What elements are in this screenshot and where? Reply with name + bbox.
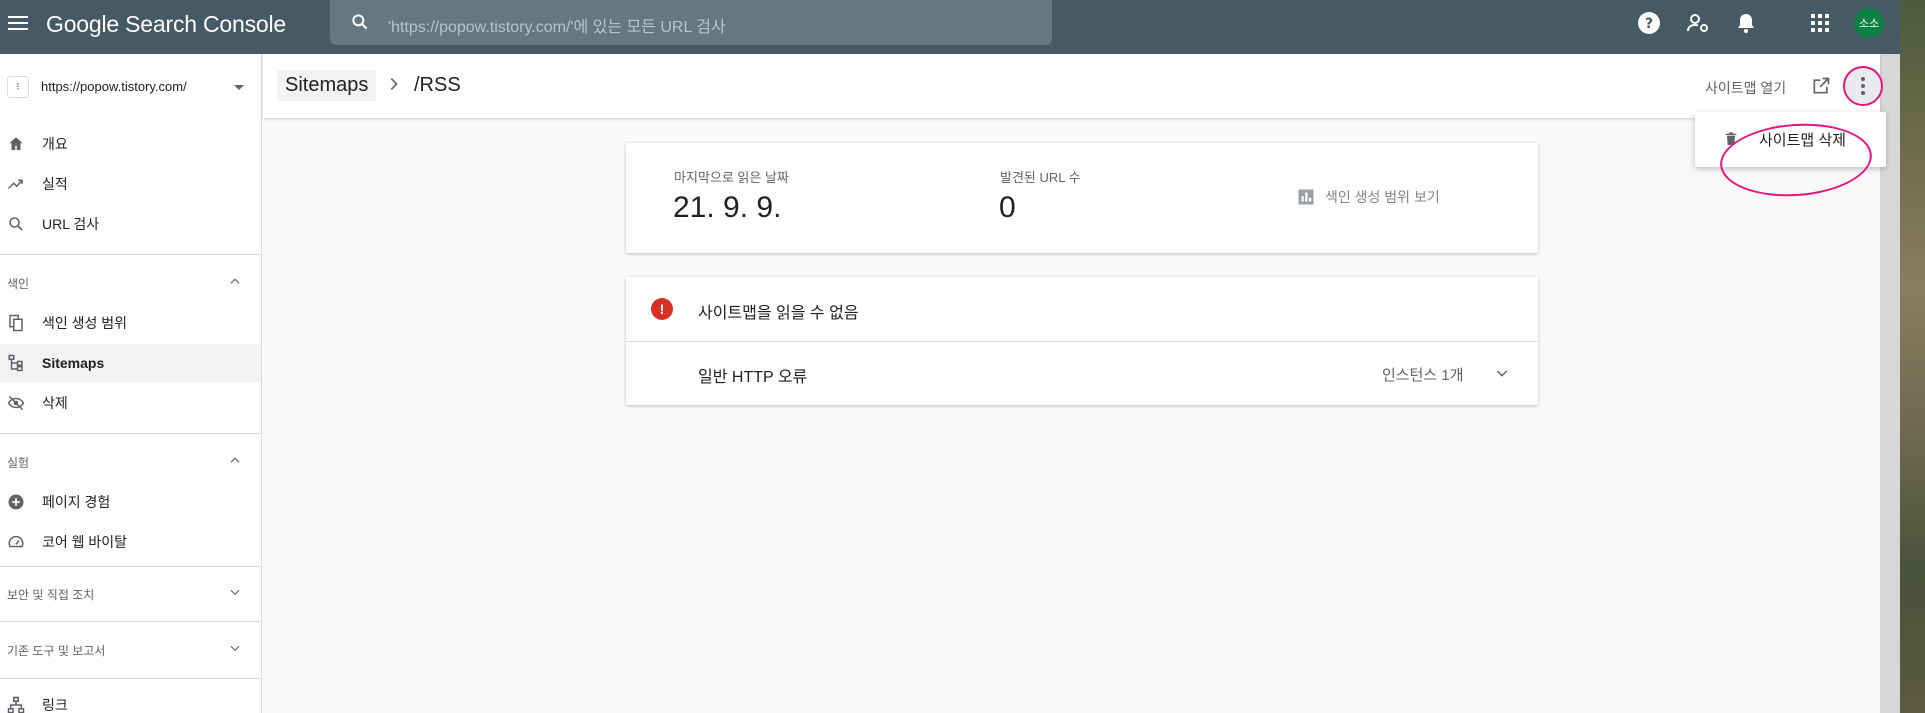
caret-down-icon	[234, 85, 244, 90]
found-urls-value: 0	[999, 191, 1016, 224]
sidebar-item-performance[interactable]: 실적	[0, 165, 261, 203]
search-icon	[352, 14, 368, 30]
menu-icon[interactable]	[6, 11, 30, 35]
error-type-label: 일반 HTTP 오류	[698, 369, 808, 386]
home-icon	[6, 134, 26, 154]
background-window-strip	[1900, 0, 1925, 713]
breadcrumb-current: /RSS	[414, 74, 461, 96]
trending-up-icon	[6, 174, 26, 194]
section-label: 색인	[7, 277, 30, 291]
section-label: 실험	[7, 456, 30, 470]
chevron-up-icon	[230, 278, 240, 284]
sidebar-item-label: 실적	[42, 176, 68, 192]
sidebar-item-links[interactable]: 링크	[0, 686, 261, 713]
apps-grid-icon[interactable]	[1808, 11, 1832, 35]
sidebar-item-url-inspection[interactable]: URL 검사	[0, 205, 261, 243]
sidebar-item-label: 색인 생성 범위	[42, 315, 128, 331]
view-coverage-link[interactable]: 색인 생성 범위 보기	[1297, 187, 1440, 207]
instance-count: 인스턴스 1개	[1382, 367, 1464, 384]
property-url: https://popow.tistory.com/	[41, 79, 187, 94]
section-security[interactable]: 보안 및 직접 조치	[0, 578, 261, 608]
visibility-off-icon	[6, 393, 26, 413]
more-options-button[interactable]	[1843, 66, 1883, 106]
page-header: Sitemaps /RSS 사이트맵 열기	[263, 54, 1883, 118]
sidebar-divider	[0, 678, 261, 679]
sitemap-icon	[6, 353, 26, 373]
sidebar-item-label: 링크	[42, 697, 68, 713]
url-inspect-search-input[interactable]: 'https://popow.tistory.com/'에 있는 모든 URL …	[330, 0, 1052, 45]
sidebar-item-label: Sitemaps	[42, 355, 105, 371]
manage-accounts-icon[interactable]	[1686, 11, 1710, 35]
open-sitemap-link[interactable]: 사이트맵 열기	[1705, 78, 1786, 98]
section-label: 보안 및 직접 조치	[7, 588, 95, 602]
help-icon[interactable]: ?	[1637, 11, 1661, 35]
sidebar-item-coverage[interactable]: 색인 생성 범위	[0, 304, 261, 342]
links-icon	[6, 695, 26, 713]
sidebar-item-removals[interactable]: 삭제	[0, 384, 261, 422]
sidebar-item-overview[interactable]: 개요	[0, 125, 261, 163]
sitemap-error-card: ! 사이트맵을 읽을 수 없음 일반 HTTP 오류 인스턴스 1개	[626, 277, 1538, 405]
chevron-down-icon	[230, 589, 240, 596]
found-urls-label: 발견된 URL 수	[1000, 170, 1081, 185]
notifications-icon[interactable]	[1734, 11, 1758, 35]
chevron-up-icon	[230, 457, 240, 463]
sitemap-summary-card: 마지막으로 읽은 날짜 21. 9. 9. 발견된 URL 수 0 색인 생성 …	[626, 143, 1538, 253]
error-icon: !	[651, 298, 673, 320]
top-app-bar: Google Search Console 'https://popow.tis…	[0, 0, 1900, 54]
svg-text:?: ?	[1645, 16, 1653, 32]
sidebar-item-label: URL 검사	[42, 216, 100, 232]
speed-icon	[6, 532, 26, 552]
view-coverage-label: 색인 생성 범위 보기	[1325, 189, 1440, 205]
last-read-label: 마지막으로 읽은 날짜	[674, 170, 789, 185]
section-index[interactable]: 색인	[0, 267, 261, 297]
section-experience[interactable]: 실험	[0, 446, 261, 476]
search-placeholder: 'https://popow.tistory.com/'에 있는 모든 URL …	[388, 19, 726, 36]
error-detail-row[interactable]: 일반 HTTP 오류 인스턴스 1개	[626, 342, 1538, 405]
chevron-right-icon	[390, 78, 398, 90]
breadcrumb-sitemaps[interactable]: Sitemaps	[277, 70, 377, 101]
last-read-value: 21. 9. 9.	[673, 191, 782, 224]
sidebar-item-label: 페이지 경험	[42, 494, 111, 510]
sidebar-divider	[0, 621, 261, 622]
sidebar-divider	[0, 254, 261, 255]
chevron-down-icon	[230, 645, 240, 652]
avatar[interactable]: 소소	[1854, 8, 1884, 38]
sidebar: ⁝ https://popow.tistory.com/ 개요 실적 URL 검…	[0, 54, 262, 713]
section-label: 기존 도구 및 보고서	[7, 644, 106, 658]
add-circle-icon	[6, 492, 26, 512]
search-icon	[6, 214, 26, 234]
property-selector[interactable]: ⁝ https://popow.tistory.com/	[0, 54, 262, 118]
property-favicon-icon: ⁝	[7, 76, 29, 98]
app-title: Google Search Console	[46, 11, 287, 37]
sidebar-item-label: 개요	[42, 136, 68, 152]
chevron-down-icon[interactable]	[1494, 365, 1510, 381]
file-copy-icon	[6, 313, 26, 333]
sidebar-item-page-experience[interactable]: 페이지 경험	[0, 483, 261, 521]
sidebar-item-core-web-vitals[interactable]: 코어 웹 바이탈	[0, 523, 261, 561]
sidebar-divider	[0, 433, 261, 434]
open-in-new-icon[interactable]	[1811, 76, 1831, 96]
sidebar-item-sitemaps[interactable]: Sitemaps	[0, 344, 261, 382]
sidebar-item-label: 삭제	[42, 395, 68, 411]
bar-chart-icon	[1298, 189, 1314, 205]
more-vert-icon	[1861, 77, 1865, 95]
section-legacy-tools[interactable]: 기존 도구 및 보고서	[0, 634, 261, 664]
sidebar-divider	[0, 566, 261, 567]
sidebar-item-label: 코어 웹 바이탈	[42, 534, 128, 550]
error-title: 사이트맵을 읽을 수 없음	[698, 305, 859, 322]
